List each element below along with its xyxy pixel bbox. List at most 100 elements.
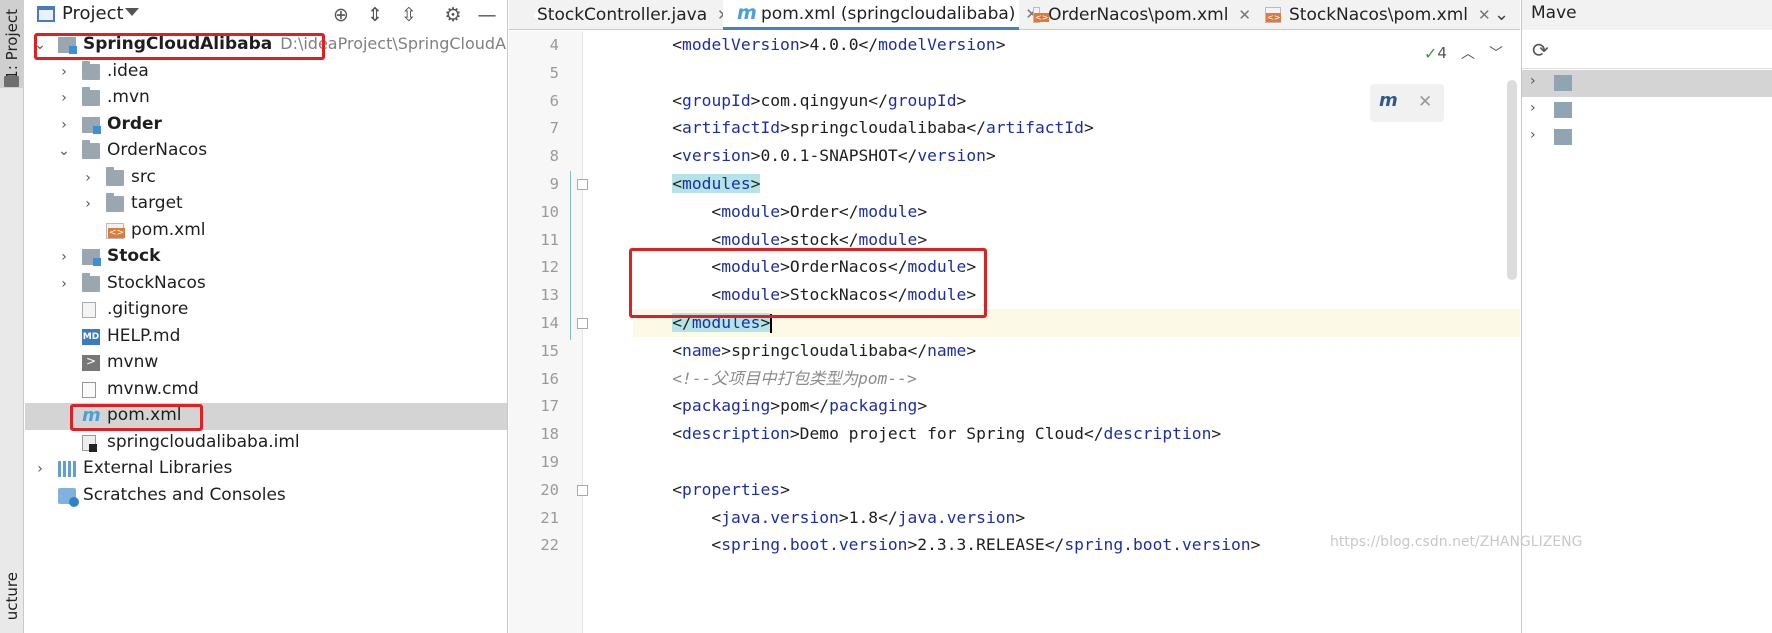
line-number: 11 (540, 230, 559, 249)
chevron-right-icon[interactable]: › (81, 169, 95, 187)
project-panel-title[interactable]: Project (62, 3, 124, 24)
chevron-down-icon[interactable] (125, 8, 139, 16)
maven-pom-icon: m (82, 405, 101, 426)
structure-tool-tab[interactable]: ucture (0, 560, 24, 633)
tree-item[interactable]: › src (25, 165, 507, 192)
project-window-icon (37, 6, 55, 22)
tree-item[interactable]: › External Libraries (25, 456, 507, 483)
close-icon[interactable]: ✕ (1238, 6, 1251, 24)
tree-item[interactable]: mvnw (25, 350, 507, 377)
tree-item-label: External Libraries (83, 458, 232, 478)
chevron-down-icon[interactable]: ﹀ (1489, 43, 1503, 63)
tree-item[interactable]: › Stock (25, 244, 507, 271)
chevron-right-icon[interactable]: › (33, 460, 47, 478)
chevron-right-icon[interactable]: › (1530, 100, 1536, 116)
xml-file-icon (1033, 7, 1050, 23)
tree-item[interactable]: Scratches and Consoles (25, 483, 507, 510)
hide-panel-icon[interactable]: — (475, 3, 499, 27)
code-line[interactable]: <version>0.0.1-SNAPSHOT</version> (633, 142, 1520, 170)
chevron-down-icon[interactable]: ⌄ (57, 142, 71, 160)
editor-tab[interactable]: StockNacos\pom.xml ✕ (1251, 0, 1497, 30)
editor-tab[interactable]: StockController.java✕ (515, 0, 730, 30)
tree-item-label: SpringCloudAlibaba D:\ideaProject\SpringC… (83, 34, 507, 54)
maven-project-row[interactable]: › (1522, 70, 1772, 97)
tree-item[interactable]: › StockNacos (25, 271, 507, 298)
tree-item[interactable]: › Order (25, 112, 507, 139)
fold-marker[interactable] (577, 318, 588, 329)
close-icon[interactable]: ✕ (1418, 92, 1432, 112)
code-line[interactable]: <name>springcloudalibaba</name> (633, 337, 1520, 365)
code-line[interactable]: <!--父项目中打包类型为pom--> (633, 365, 1520, 393)
code-line[interactable]: <description>Demo project for Spring Clo… (633, 420, 1520, 448)
maven-project-row[interactable]: › (1522, 97, 1772, 124)
chevron-right-icon[interactable]: › (57, 275, 71, 293)
tree-item[interactable]: ⌄ OrderNacos (25, 138, 507, 165)
tree-item[interactable]: ⌄ SpringCloudAlibaba D:\ideaProject\Spring… (25, 32, 507, 59)
line-number: 17 (540, 397, 559, 416)
maven-reload-icon[interactable]: m (1379, 90, 1398, 111)
refresh-icon[interactable]: ⟳ (1532, 38, 1549, 62)
inspection-widget[interactable]: ✓ 4 ︿ ﹀ (1424, 41, 1503, 65)
markdown-file-icon: MD (82, 328, 100, 345)
chevron-right-icon[interactable]: › (57, 63, 71, 81)
maven-panel-title[interactable]: Mave (1531, 3, 1577, 23)
tree-item[interactable]: springcloudalibaba.iml (25, 430, 507, 457)
chevron-right-icon[interactable]: › (1530, 73, 1536, 89)
code-line[interactable]: <java.version>1.8</java.version> (633, 504, 1520, 532)
code-line[interactable]: </modules> (633, 309, 1520, 337)
chevron-right-icon[interactable]: › (57, 248, 71, 266)
editor-tab[interactable]: OrderNacos\pom.xml ✕ (1019, 0, 1251, 30)
gear-icon[interactable]: ⚙ (441, 3, 465, 27)
tree-item[interactable]: pom.xml (25, 218, 507, 245)
code-line[interactable]: <module>StockNacos</module> (633, 281, 1520, 309)
locate-target-icon[interactable]: ⊕ (329, 3, 353, 27)
editor-scrollbar[interactable] (1507, 80, 1517, 280)
project-panel: Project ⊕ ⇕ ⇳ ⚙ — ⌄ SpringCloudAlibaba D:\… (25, 0, 508, 633)
code-line[interactable]: <properties> (633, 476, 1520, 504)
cmd-file-icon (82, 381, 96, 398)
tree-item-label: HELP.md (107, 326, 180, 346)
code-line[interactable]: <modelVersion>4.0.0</modelVersion> (633, 31, 1520, 59)
chevron-up-icon[interactable]: ︿ (1461, 43, 1475, 63)
chevron-down-icon[interactable]: ⌄ (33, 36, 47, 54)
tree-item-label: mvnw.cmd (107, 379, 199, 399)
chevron-right-icon[interactable]: › (57, 116, 71, 134)
chevron-right-icon[interactable]: › (81, 195, 95, 213)
code-line[interactable]: <module>OrderNacos</module> (633, 253, 1520, 281)
editor-tab-label: pom.xml (springcloudalibaba) (761, 3, 1016, 24)
fold-marker[interactable] (577, 485, 588, 496)
tree-item-label: src (131, 167, 156, 187)
code-line[interactable] (633, 59, 1520, 87)
tree-item[interactable]: MD HELP.md (25, 324, 507, 351)
editor-tab[interactable]: m pom.xml (springcloudalibaba) ✕ (723, 0, 1038, 30)
tree-item-name: mvnw (107, 352, 159, 372)
code-line[interactable]: <module>stock</module> (633, 226, 1520, 254)
chevron-down-icon[interactable]: ⌄ (1494, 4, 1509, 25)
chevron-right-icon[interactable]: › (1530, 127, 1536, 143)
tree-item[interactable]: mvnw.cmd (25, 377, 507, 404)
module-icon (82, 249, 101, 266)
code-line[interactable]: <modules> (633, 170, 1520, 198)
code-line[interactable]: <packaging>pom</packaging> (633, 392, 1520, 420)
chevron-right-icon[interactable]: › (57, 89, 71, 107)
project-tool-tab[interactable]: 1: Project (0, 0, 24, 88)
tree-item[interactable]: m pom.xml (25, 403, 507, 430)
expand-all-icon[interactable]: ⇕ (363, 3, 387, 27)
code-line[interactable] (633, 448, 1520, 476)
fold-marker[interactable] (577, 179, 588, 190)
code-line[interactable]: <module>Order</module> (633, 198, 1520, 226)
tree-item[interactable]: › .mvn (25, 85, 507, 112)
tree-item[interactable]: › .idea (25, 59, 507, 86)
folder-icon (106, 193, 124, 212)
project-panel-header: Project ⊕ ⇕ ⇳ ⚙ — (25, 0, 507, 30)
tree-item[interactable]: › target (25, 191, 507, 218)
folder-icon (4, 76, 19, 87)
tree-item-label: StockNacos (107, 273, 206, 293)
line-number: 19 (540, 453, 559, 471)
collapse-all-icon[interactable]: ⇳ (397, 3, 421, 27)
line-number: 7 (549, 119, 559, 138)
close-icon[interactable]: ✕ (1478, 6, 1491, 24)
maven-project-row[interactable]: › (1522, 124, 1772, 151)
tree-item[interactable]: .gitignore (25, 297, 507, 324)
maven-project-icon (1554, 102, 1572, 118)
